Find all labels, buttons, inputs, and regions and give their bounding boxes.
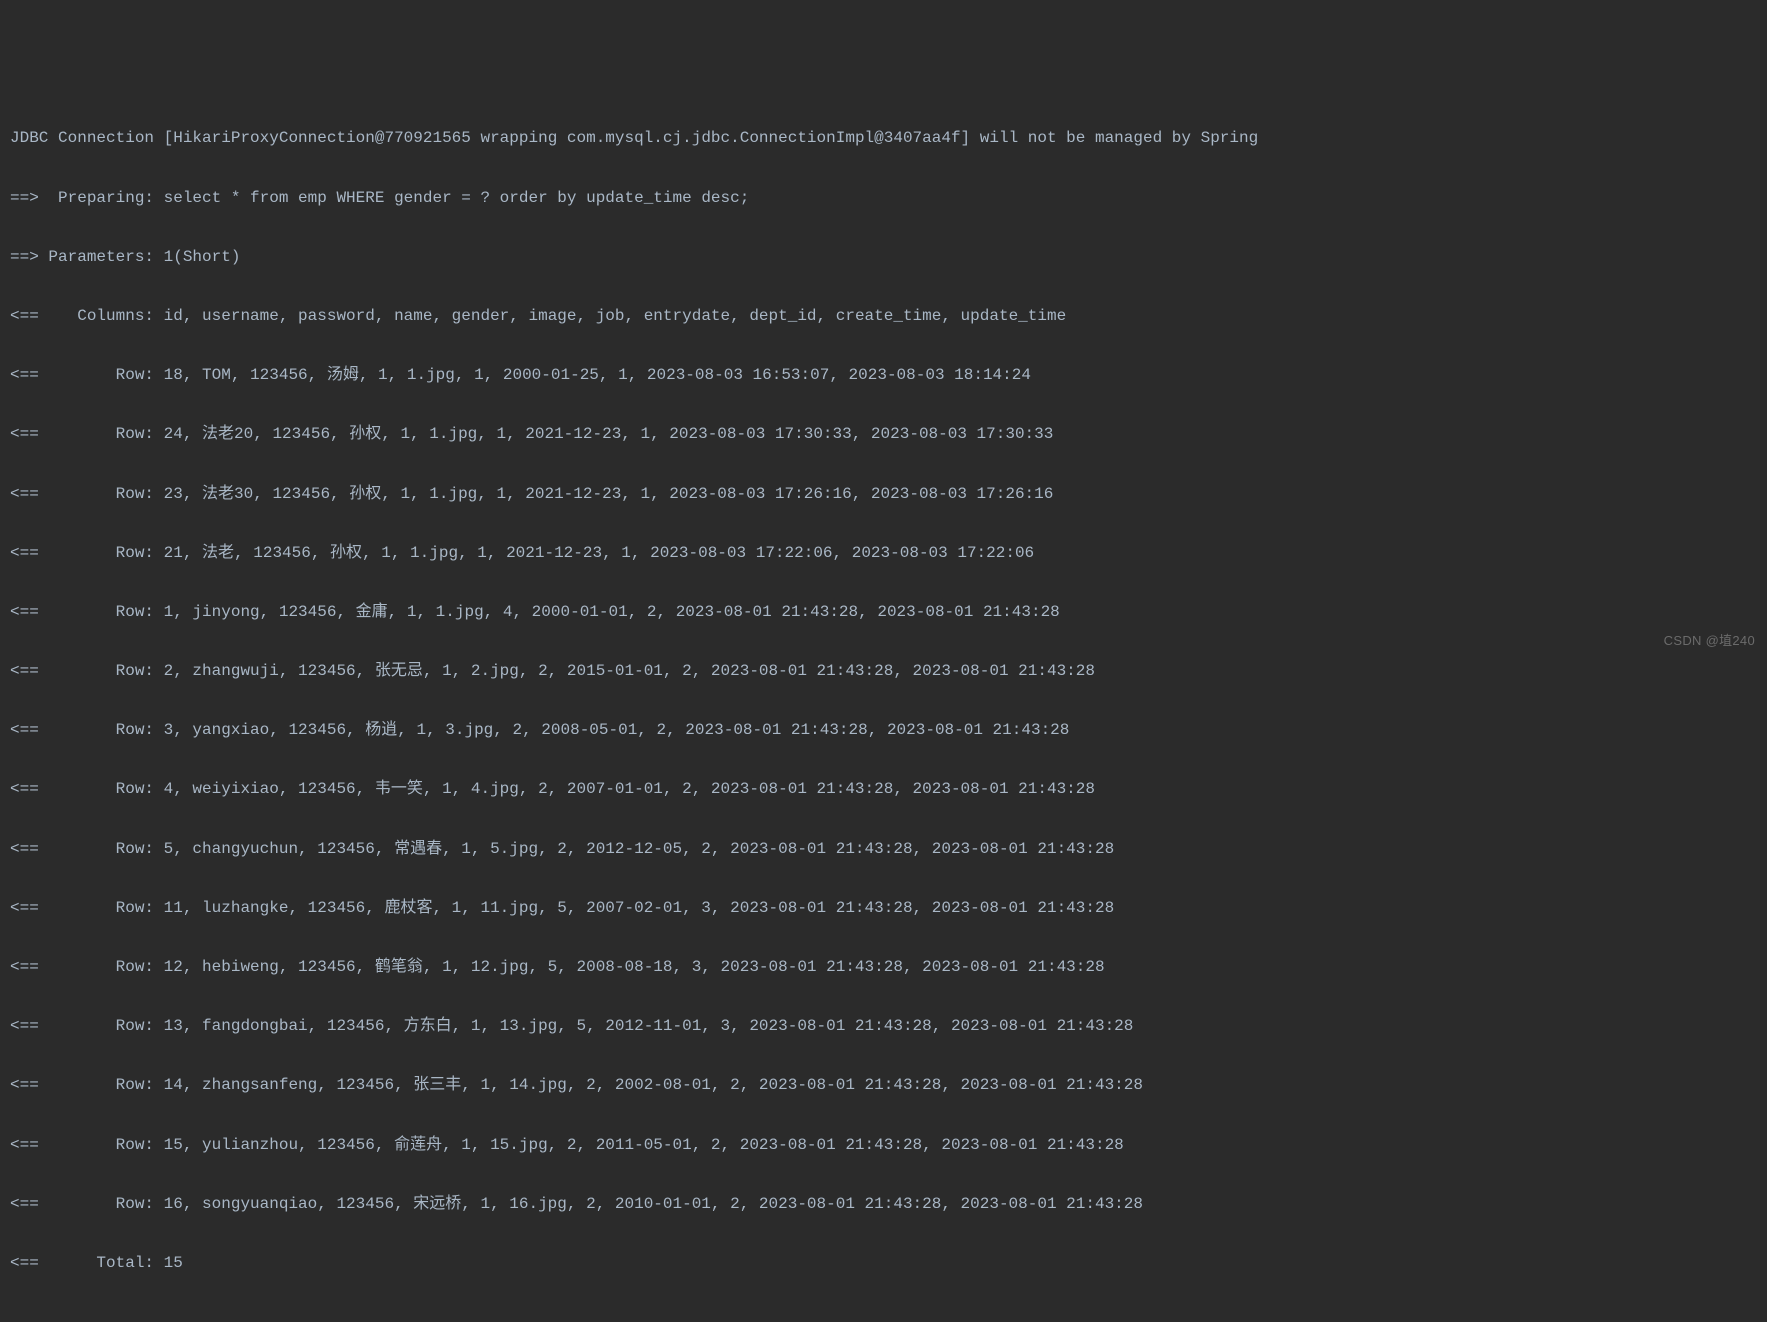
log-row-line: <== Row: 16, songyuanqiao, 123456, 宋远桥, …: [10, 1190, 1757, 1220]
log-columns-line: <== Columns: id, username, password, nam…: [10, 302, 1757, 332]
log-row-line: <== Row: 3, yangxiao, 123456, 杨逍, 1, 3.j…: [10, 716, 1757, 746]
log-row-line: <== Row: 23, 法老30, 123456, 孙权, 1, 1.jpg,…: [10, 480, 1757, 510]
log-row-line: <== Row: 18, TOM, 123456, 汤姆, 1, 1.jpg, …: [10, 361, 1757, 391]
log-row-line: <== Row: 12, hebiweng, 123456, 鹤笔翁, 1, 1…: [10, 953, 1757, 983]
log-row-line: <== Row: 4, weiyixiao, 123456, 韦一笑, 1, 4…: [10, 775, 1757, 805]
log-row-line: <== Row: 24, 法老20, 123456, 孙权, 1, 1.jpg,…: [10, 420, 1757, 450]
log-parameters-line: ==> Parameters: 1(Short): [10, 243, 1757, 273]
log-row-line: <== Row: 13, fangdongbai, 123456, 方东白, 1…: [10, 1012, 1757, 1042]
log-row-line: <== Row: 1, jinyong, 123456, 金庸, 1, 1.jp…: [10, 598, 1757, 628]
log-row-line: <== Row: 11, luzhangke, 123456, 鹿杖客, 1, …: [10, 894, 1757, 924]
log-row-line: <== Row: 2, zhangwuji, 123456, 张无忌, 1, 2…: [10, 657, 1757, 687]
log-preparing-line: ==> Preparing: select * from emp WHERE g…: [10, 184, 1757, 214]
log-row-line: <== Row: 15, yulianzhou, 123456, 俞莲舟, 1,…: [10, 1131, 1757, 1161]
log-total-line: <== Total: 15: [10, 1249, 1757, 1279]
log-connection-line: JDBC Connection [HikariProxyConnection@7…: [10, 124, 1757, 154]
log-row-line: <== Row: 21, 法老, 123456, 孙权, 1, 1.jpg, 1…: [10, 539, 1757, 569]
watermark-text: CSDN @埴240: [1664, 629, 1755, 653]
log-row-line: <== Row: 14, zhangsanfeng, 123456, 张三丰, …: [10, 1071, 1757, 1101]
log-row-line: <== Row: 5, changyuchun, 123456, 常遇春, 1,…: [10, 835, 1757, 865]
